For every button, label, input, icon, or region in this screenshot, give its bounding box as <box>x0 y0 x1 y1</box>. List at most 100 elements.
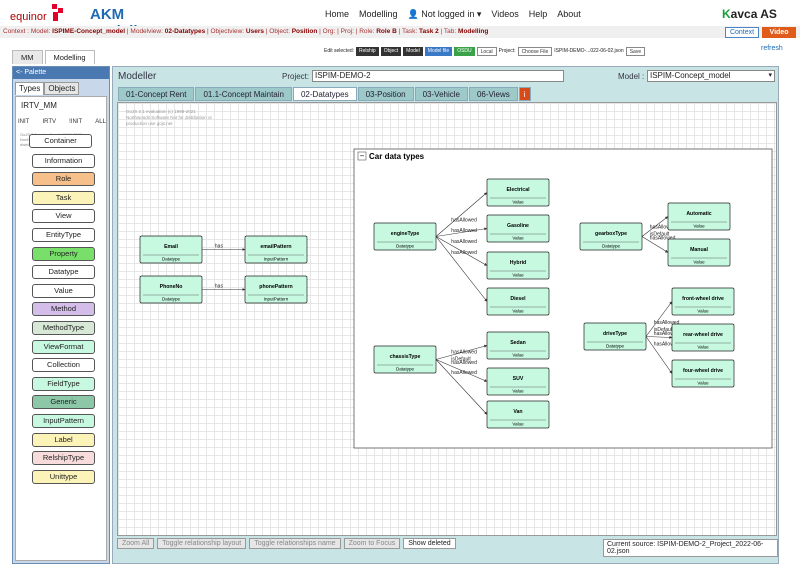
filter-not-init[interactable]: !INIT <box>69 119 82 125</box>
node-gearbox[interactable]: gearboxType Datatype <box>579 222 643 251</box>
node-type: Value <box>693 224 705 229</box>
nav-help[interactable]: Help <box>529 9 548 20</box>
tab-objects[interactable]: Objects <box>44 82 80 95</box>
palette-item-collection[interactable]: Collection <box>32 358 95 373</box>
node-drive[interactable]: driveType Datatype <box>583 322 647 351</box>
node-automatic[interactable]: Automatic Value <box>667 202 731 231</box>
save-button[interactable]: Save <box>625 46 646 56</box>
filter-init[interactable]: INIT <box>18 119 29 125</box>
palette-item-property[interactable]: Property <box>32 246 95 261</box>
node-suv[interactable]: SUV Value <box>486 367 550 396</box>
tab-position[interactable]: 03-Position <box>357 87 414 101</box>
top-navbar: equinor AKM Modeller Home Modelling 👤 No… <box>0 0 800 40</box>
palette-item-viewformat[interactable]: ViewFormat <box>32 339 95 354</box>
relationship-label: hasAllowed <box>451 360 477 366</box>
nav-about[interactable]: About <box>557 9 581 20</box>
nav-home[interactable]: Home <box>325 9 349 20</box>
palette-item-generic[interactable]: Generic <box>32 395 95 410</box>
choose-file-button[interactable]: Choose File <box>517 46 553 56</box>
tab-modelling[interactable]: Modelling <box>44 50 95 64</box>
diagram-canvas[interactable]: GoJS 2.1 evaluation (c) 1998-2021 Northw… <box>117 102 777 536</box>
group-toggle-icon: − <box>360 152 365 161</box>
palette-item-relshiptype[interactable]: RelshipType <box>32 451 95 466</box>
palette-item-information[interactable]: Information <box>32 153 95 168</box>
node-emailpattern[interactable]: emailPattern InputPattern <box>244 235 308 264</box>
node-type: Datatype <box>162 297 181 302</box>
palette-item-methodtype[interactable]: MethodType <box>32 321 95 335</box>
edit-model-button[interactable]: Model <box>403 46 423 56</box>
toggle-relationship-layout-button[interactable]: Toggle relationship layout <box>157 538 247 549</box>
node-name: PhoneNo <box>160 284 183 290</box>
refresh-link[interactable]: refresh <box>761 45 783 52</box>
palette-filters: INIT IRTV !INIT ALL <box>18 119 106 125</box>
node-van[interactable]: Van Value <box>486 400 550 429</box>
node-name: Email <box>164 244 178 250</box>
tab-concept-maintain[interactable]: 01.1-Concept Maintain <box>195 87 292 101</box>
model-file-button[interactable]: Model file <box>424 46 453 56</box>
info-tab-button[interactable]: i <box>518 87 531 101</box>
tab-vehicle[interactable]: 03-Vehicle <box>414 87 468 101</box>
edit-object-button[interactable]: Object <box>380 46 402 56</box>
node-phone[interactable]: PhoneNo Datatype <box>139 275 203 304</box>
tab-datatypes[interactable]: 02-Datatypes <box>292 87 357 101</box>
node-type: Datatype <box>396 367 415 372</box>
osdu-button[interactable]: OSDU <box>454 46 475 56</box>
edit-toolbar: Edit selected: Relship Object Model Mode… <box>324 46 646 56</box>
toggle-relationships-name-button[interactable]: Toggle relationships name <box>249 538 341 549</box>
palette-item-entitytype[interactable]: EntityType <box>32 228 95 242</box>
filter-all[interactable]: ALL <box>95 119 106 125</box>
node-fwd[interactable]: front-wheel drive Value <box>671 287 735 316</box>
context-bar: Context : Model: ISPIME-Concept_model | … <box>0 26 800 38</box>
nav-user[interactable]: 👤 Not logged in ▾ <box>408 9 482 20</box>
video-button[interactable]: Video <box>762 27 796 38</box>
tab-mm[interactable]: MM <box>12 50 43 64</box>
show-deleted-button[interactable]: Show deleted <box>403 538 456 549</box>
palette-item-inputpattern[interactable]: InputPattern <box>32 414 95 428</box>
node-gasoline[interactable]: Gasoline Value <box>486 214 550 243</box>
node-sedan[interactable]: Sedan Value <box>486 331 550 360</box>
relationship-label: has <box>215 284 224 290</box>
node-email[interactable]: Email Datatype <box>139 235 203 264</box>
node-electrical[interactable]: Electrical Value <box>486 178 550 207</box>
model-select[interactable]: ISPIM-Concept_model ▾ <box>647 70 775 82</box>
zoom-all-button[interactable]: Zoom All <box>117 538 155 549</box>
node-type: Value <box>697 309 709 314</box>
node-name: SUV <box>513 376 524 382</box>
node-name: driveType <box>603 331 627 337</box>
palette-item-datatype[interactable]: Datatype <box>32 265 95 280</box>
node-manual[interactable]: Manual Value <box>667 238 731 267</box>
project-input[interactable]: ISPIM-DEMO-2 <box>312 70 564 82</box>
modelview-tabs: 01-Concept Rent 01.1-Concept Maintain 02… <box>118 87 532 101</box>
palette-item-method[interactable]: Method <box>32 302 95 317</box>
local-button[interactable]: Local <box>476 46 497 56</box>
palette-item-container[interactable]: Container <box>29 134 92 148</box>
palette-item-task[interactable]: Task <box>32 190 95 205</box>
node-diesel[interactable]: Diesel Value <box>486 287 550 316</box>
palette-item-label[interactable]: Label <box>32 432 95 447</box>
palette-item-value[interactable]: Value <box>32 283 95 298</box>
palette-body: IRTV_MM INIT IRTV !INIT ALL GoJS 2.1 eva… <box>15 96 107 561</box>
palette-toggle[interactable]: <- Palette <box>13 67 109 79</box>
edit-relship-button[interactable]: Relship <box>356 46 379 56</box>
node-hybrid[interactable]: Hybrid Value <box>486 251 550 280</box>
node-rwd[interactable]: rear-wheel drive Value <box>671 323 735 352</box>
nav-videos[interactable]: Videos <box>491 9 518 20</box>
tab-views[interactable]: 06-Views <box>468 87 518 101</box>
tab-types[interactable]: Types <box>15 82 45 95</box>
node-awd[interactable]: four-wheel drive Value <box>671 359 735 388</box>
nav-modelling[interactable]: Modelling <box>359 9 398 20</box>
context-button[interactable]: Context <box>725 27 759 38</box>
zoom-to-focus-button[interactable]: Zoom to Focus <box>343 538 401 549</box>
equinor-logo-icon <box>52 4 63 21</box>
filter-irtv[interactable]: IRTV <box>42 119 56 125</box>
palette-item-role[interactable]: Role <box>32 172 95 187</box>
node-type: Value <box>512 389 524 394</box>
palette-item-unittype[interactable]: Unittype <box>32 469 95 484</box>
palette-item-fieldtype[interactable]: FieldType <box>32 376 95 391</box>
node-phonepattern[interactable]: phonePattern InputPattern <box>244 275 308 304</box>
tab-concept-rent[interactable]: 01-Concept Rent <box>118 87 195 101</box>
node-engine[interactable]: engineType Datatype <box>373 222 437 251</box>
node-chassis[interactable]: chassisType Datatype <box>373 345 437 374</box>
palette-item-view[interactable]: View <box>32 209 95 224</box>
diagram-toolbar: Zoom All Toggle relationship layout Togg… <box>117 538 456 549</box>
